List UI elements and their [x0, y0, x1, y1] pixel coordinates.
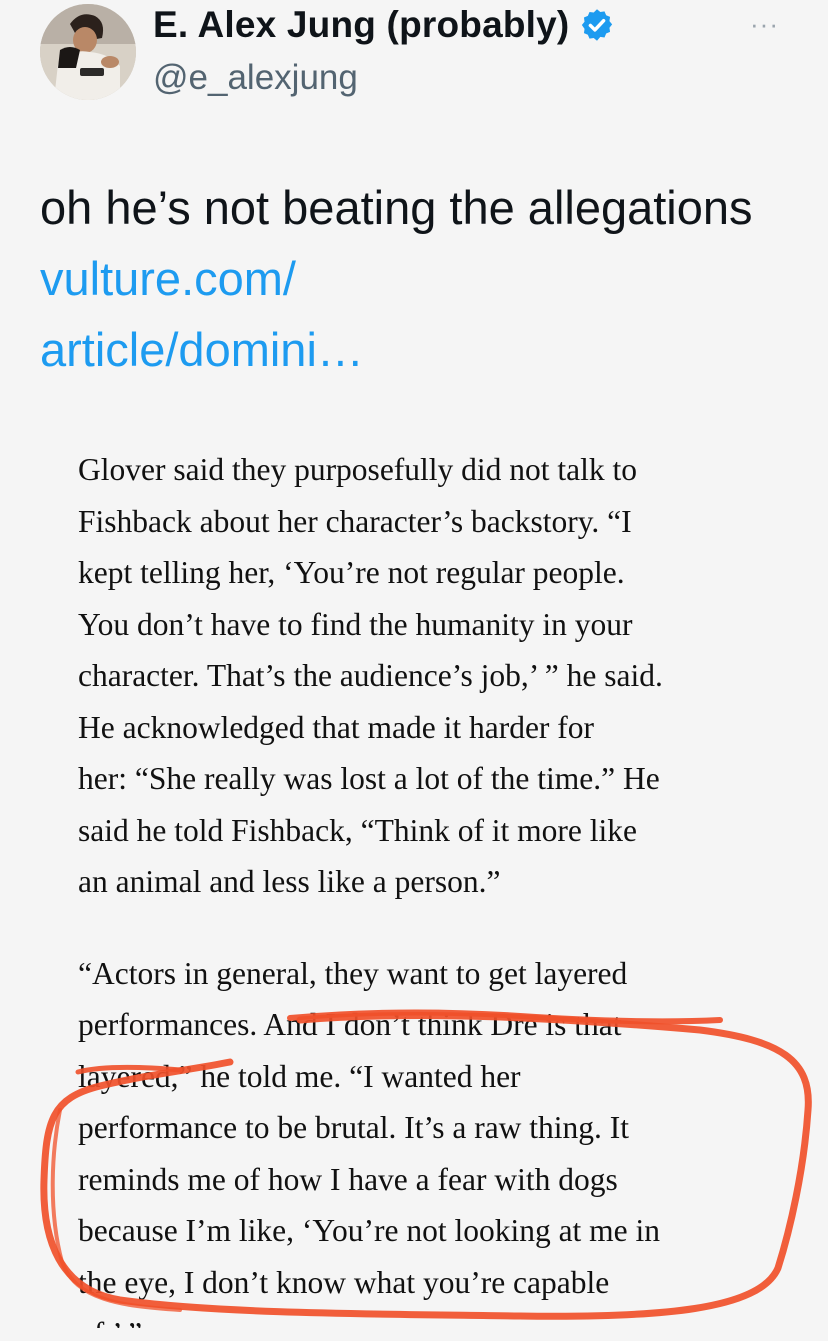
quote-line: reminds me of how I have a fear with dog… — [78, 1161, 618, 1197]
quote-line: kept telling her, ‘You’re not regular pe… — [78, 555, 625, 590]
tweet-text: oh he’s not beating the allegations vult… — [40, 172, 800, 385]
verified-badge-icon — [579, 7, 615, 43]
avatar-photo — [40, 4, 136, 100]
quote-line: because I’m like, ‘You’re not looking at… — [78, 1213, 661, 1248]
quote-line: an animal and less like a person.” — [78, 864, 501, 899]
display-name[interactable]: E. Alex Jung (probably) — [153, 4, 569, 46]
tweet-header: E. Alex Jung (probably) @e_alexjung ··· — [0, 0, 828, 115]
quote-line: Fishback about her character’s backstory… — [78, 503, 632, 539]
quote-line: of.’ ” — [78, 1308, 778, 1328]
quote-line: layered,” he told me. “I wanted her — [78, 1058, 521, 1094]
quote-line: performances. And I don’t think Dre is t… — [78, 1007, 622, 1042]
user-handle[interactable]: @e_alexjung — [153, 58, 358, 98]
more-icon[interactable]: ··· — [750, 11, 790, 37]
avatar[interactable] — [40, 4, 136, 100]
tweet-text-body: oh he’s not beating the allegations — [40, 181, 753, 234]
quote-line: He acknowledged that made it harder for — [78, 709, 595, 745]
name-row: E. Alex Jung (probably) — [153, 4, 615, 46]
quote-line: “Actors in general, they want to get lay… — [78, 955, 628, 991]
quote-line: said he told Fishback, “Think of it more… — [78, 812, 638, 848]
quote-line: You don’t have to find the humanity in y… — [78, 606, 633, 642]
quoted-screenshot: Glover said they purposefully did not ta… — [78, 444, 778, 1328]
quote-line: Glover said they purposefully did not ta… — [78, 452, 638, 487]
quote-line: the eye, I don’t know what you’re capabl… — [78, 1264, 610, 1300]
quote-line: her: “She really was lost a lot of the t… — [78, 761, 660, 796]
quote-line: character. That’s the audience’s job,’ ”… — [78, 658, 663, 693]
quote-line: performance to be brutal. It’s a raw thi… — [78, 1110, 630, 1145]
tweet-link[interactable]: vulture.com/ article/domini… — [40, 252, 364, 376]
